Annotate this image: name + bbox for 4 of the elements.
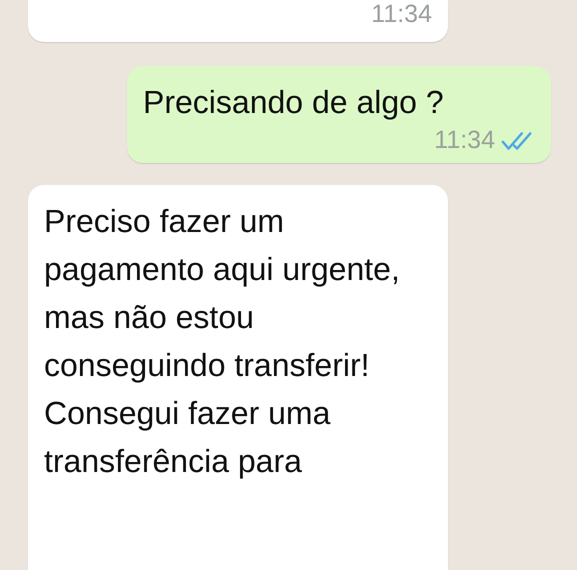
message-time: 11:34 — [434, 126, 495, 155]
message-text: Precisando de algo ? — [143, 83, 445, 122]
message-time: 11:34 — [371, 0, 432, 29]
message-text: Preciso fazer um pagamento aqui urgente, mas não estou conseguindo transferir! Consegui fazer uma transferência para — [44, 202, 401, 481]
